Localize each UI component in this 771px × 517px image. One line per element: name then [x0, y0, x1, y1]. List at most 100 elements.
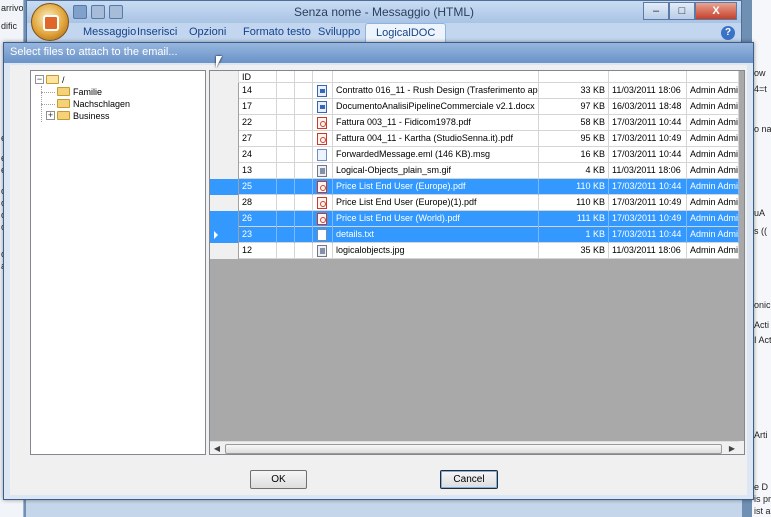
cell-id: 22 [239, 115, 277, 131]
title-bar[interactable]: Senza nome - Messaggio (HTML) – □ X [27, 1, 741, 23]
cell-blank [295, 115, 313, 131]
cell-size: 16 KB [539, 147, 609, 163]
tree-node-business[interactable]: + Business [46, 109, 110, 122]
tab-messaggio[interactable]: Messaggio [83, 26, 136, 38]
cell-blank [295, 99, 313, 115]
cancel-button[interactable]: Cancel [440, 470, 498, 489]
cell-owner: Admin Admin [687, 179, 739, 195]
table-row[interactable]: 22 Fattura 003_11 - Fidicom1978.pdf 58 KB 1… [210, 115, 739, 131]
column-header-blank[interactable] [295, 71, 313, 83]
cell-name: ForwardedMessage.eml (146 KB).msg [333, 147, 539, 163]
row-header[interactable] [210, 211, 239, 227]
column-header-id[interactable]: ID [239, 71, 277, 83]
horizontal-scrollbar[interactable]: ◀ ▶ [210, 441, 739, 454]
row-header[interactable] [210, 195, 239, 211]
cell-owner: Admin Admin [687, 83, 739, 99]
cell-date: 11/03/2011 18:06 [609, 163, 687, 179]
cell-name: DocumentoAnalisiPipelineCommerciale v2.1… [333, 99, 539, 115]
tab-inserisci[interactable]: Inserisci [137, 26, 177, 38]
office-button[interactable] [31, 3, 69, 41]
row-header[interactable] [210, 179, 239, 195]
row-header[interactable] [210, 131, 239, 147]
mouse-cursor-icon [216, 56, 222, 68]
cell-name: logicalobjects.jpg [333, 243, 539, 259]
row-header-corner [210, 71, 239, 83]
save-icon[interactable] [73, 5, 87, 19]
table-row[interactable]: 14 Contratto 016_11 - Rush Design (Trasfe… [210, 83, 739, 99]
cell-blank [277, 83, 295, 99]
documents-grid[interactable]: ID 14 Contratto 016_11 - Rush Design (Tra… [209, 70, 745, 455]
background-text-fragment: uA [754, 208, 766, 218]
background-text-fragment: ow [754, 68, 766, 78]
msg-file-icon [317, 149, 327, 161]
help-icon[interactable]: ? [721, 26, 735, 40]
pdf-file-icon [317, 213, 327, 225]
cell-blank [277, 131, 295, 147]
cell-icon [313, 227, 333, 243]
row-header[interactable] [210, 147, 239, 163]
cell-blank [277, 99, 295, 115]
background-text-fragment: I Act [754, 335, 771, 345]
row-header[interactable] [210, 243, 239, 259]
cell-name: Contratto 016_11 - Rush Design (Trasferi… [333, 83, 539, 99]
table-row[interactable]: 24 ForwardedMessage.eml (146 KB).msg 16 KB… [210, 147, 739, 163]
row-header[interactable] [210, 115, 239, 131]
table-row[interactable]: 28 Price List End User (Europe)(1).pdf 110… [210, 195, 739, 211]
quick-access-toolbar [73, 5, 123, 19]
cell-owner: Admin Admin [687, 147, 739, 163]
folder-icon [57, 111, 70, 120]
column-header-name[interactable] [333, 71, 539, 83]
img-file-icon [317, 165, 327, 177]
table-row[interactable]: 12 logicalobjects.jpg 35 KB 11/03/2011 18:0… [210, 243, 739, 259]
cell-blank [277, 243, 295, 259]
scroll-right-icon[interactable]: ▶ [726, 443, 738, 454]
row-header[interactable] [210, 163, 239, 179]
table-row[interactable]: 26 Price List End User (World).pdf 111 KB 1… [210, 211, 739, 227]
cell-blank [295, 147, 313, 163]
folder-tree[interactable]: − / Familie Nachschlagen + Business [30, 70, 206, 455]
table-row[interactable]: 25 Price List End User (Europe).pdf 110 KB… [210, 179, 739, 195]
maximize-button[interactable]: □ [669, 2, 695, 20]
cell-owner: Admin Admin [687, 195, 739, 211]
cell-size: 95 KB [539, 131, 609, 147]
expand-icon[interactable]: + [46, 111, 55, 120]
scrollbar-thumb[interactable] [225, 444, 722, 454]
close-button[interactable]: X [695, 2, 737, 20]
column-header-size[interactable] [539, 71, 609, 83]
background-text-fragment: e D [754, 482, 769, 492]
table-row[interactable]: 17 DocumentoAnalisiPipelineCommerciale v2… [210, 99, 739, 115]
cell-blank [277, 211, 295, 227]
background-text-fragment: Arti [754, 430, 768, 440]
cell-date: 17/03/2011 10:44 [609, 227, 687, 243]
tab-logicaldoc[interactable]: LogicalDOC [365, 23, 447, 43]
cell-id: 23 [239, 227, 277, 243]
background-text-fragment: ist an [754, 506, 771, 516]
undo-icon[interactable] [91, 5, 105, 19]
scroll-left-icon[interactable]: ◀ [211, 443, 223, 454]
office-logo-icon [43, 15, 59, 31]
collapse-icon[interactable]: − [35, 75, 44, 84]
minimize-button[interactable]: – [643, 2, 669, 20]
cell-icon [313, 131, 333, 147]
column-header-icon[interactable] [313, 71, 333, 83]
tree-node-label: / [62, 74, 65, 85]
row-header[interactable] [210, 99, 239, 115]
current-row-arrow-icon [214, 231, 218, 239]
cell-icon [313, 99, 333, 115]
column-header-owner[interactable] [687, 71, 739, 83]
tab-formato-testo[interactable]: Formato testo [243, 26, 311, 38]
column-header-blank[interactable] [277, 71, 295, 83]
tab-sviluppo[interactable]: Sviluppo [318, 26, 360, 38]
table-row[interactable]: 27 Fattura 004_11 - Kartha (StudioSenna.i… [210, 131, 739, 147]
row-header[interactable] [210, 83, 239, 99]
tab-opzioni[interactable]: Opzioni [189, 26, 226, 38]
table-row[interactable]: 23 details.txt 1 KB 17/03/2011 10:44 Admin A… [210, 227, 739, 243]
ok-button[interactable]: OK [250, 470, 307, 489]
column-header-date[interactable] [609, 71, 687, 83]
cell-blank [295, 131, 313, 147]
redo-icon[interactable] [109, 5, 123, 19]
table-row[interactable]: 13 Logical-Objects_plain_sm.gif 4 KB 11/03/… [210, 163, 739, 179]
cell-date: 11/03/2011 18:06 [609, 83, 687, 99]
row-header[interactable] [210, 227, 239, 243]
background-window-right: ow 4=t o na uA s ((onic Acti I Act Arti e D is pr… [752, 0, 771, 517]
